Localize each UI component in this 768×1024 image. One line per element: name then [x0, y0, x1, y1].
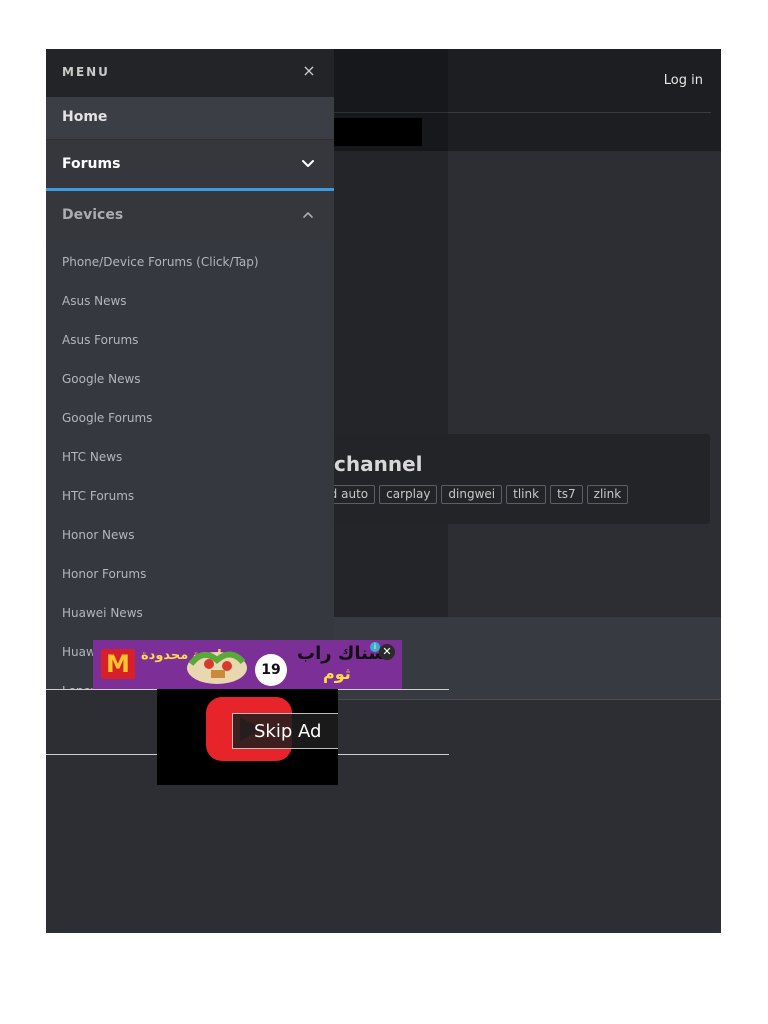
submenu-item[interactable]: Honor News	[46, 516, 334, 555]
login-link[interactable]: Log in	[664, 73, 703, 88]
tag[interactable]: zlink	[586, 485, 629, 504]
tag-list: oid auto carplay dingwei tlink ts7 zlink	[314, 485, 629, 504]
menu-item-forums[interactable]: Forums	[46, 140, 334, 191]
submenu-item[interactable]: Phone/Device Forums (Click/Tap)	[46, 243, 334, 282]
video-ad: Skip Ad	[157, 689, 338, 785]
menu-item-label: Home	[62, 109, 108, 125]
tag[interactable]: carplay	[379, 485, 438, 504]
tag[interactable]: tlink	[506, 485, 547, 504]
thread-title[interactable]: channel	[334, 452, 423, 476]
submenu-item[interactable]: Asus News	[46, 282, 334, 321]
menu-item-devices[interactable]: Devices	[46, 191, 334, 241]
submenu-item[interactable]: Huawei News	[46, 594, 334, 633]
chevron-down-icon[interactable]	[298, 154, 318, 174]
tag[interactable]: ts7	[550, 485, 583, 504]
menu-title: MENU	[62, 65, 110, 79]
content-column-shade	[334, 49, 448, 619]
menu-header: MENU ×	[46, 49, 334, 97]
devices-submenu: Phone/Device Forums (Click/Tap) Asus New…	[46, 241, 334, 689]
ad-price-badge: 19	[255, 654, 287, 686]
menu-item-label: Devices	[62, 207, 124, 223]
skip-ad-button[interactable]: Skip Ad	[232, 713, 338, 749]
mcdonalds-logo-icon: M	[101, 649, 135, 679]
submenu-item[interactable]: Honor Forums	[46, 555, 334, 594]
side-menu: MENU × Home Forums Devices Phone/Device …	[46, 49, 334, 689]
submenu-item[interactable]: Google Forums	[46, 399, 334, 438]
submenu-item[interactable]: Google News	[46, 360, 334, 399]
chevron-up-icon[interactable]	[298, 205, 318, 225]
close-icon[interactable]: ×	[300, 62, 318, 80]
menu-item-home[interactable]: Home	[46, 97, 334, 140]
submenu-item[interactable]: HTC News	[46, 438, 334, 477]
submenu-item[interactable]: HTC Forums	[46, 477, 334, 516]
ad-text-flavor: ثوم	[323, 664, 351, 683]
ad-banner[interactable]: M لمدة محدودة 19 سناك راب ثوم i ✕	[93, 640, 402, 689]
menu-item-label: Forums	[62, 156, 121, 172]
content-divider	[334, 699, 721, 700]
wrap-image-icon	[187, 651, 247, 684]
tag[interactable]: dingwei	[441, 485, 503, 504]
app-frame: Log in channel oid auto carplay dingwei …	[46, 49, 721, 933]
thread-card[interactable]: channel oid auto carplay dingwei tlink t…	[314, 434, 710, 524]
ad-close-icon[interactable]: ✕	[379, 644, 395, 660]
submenu-item[interactable]: Asus Forums	[46, 321, 334, 360]
